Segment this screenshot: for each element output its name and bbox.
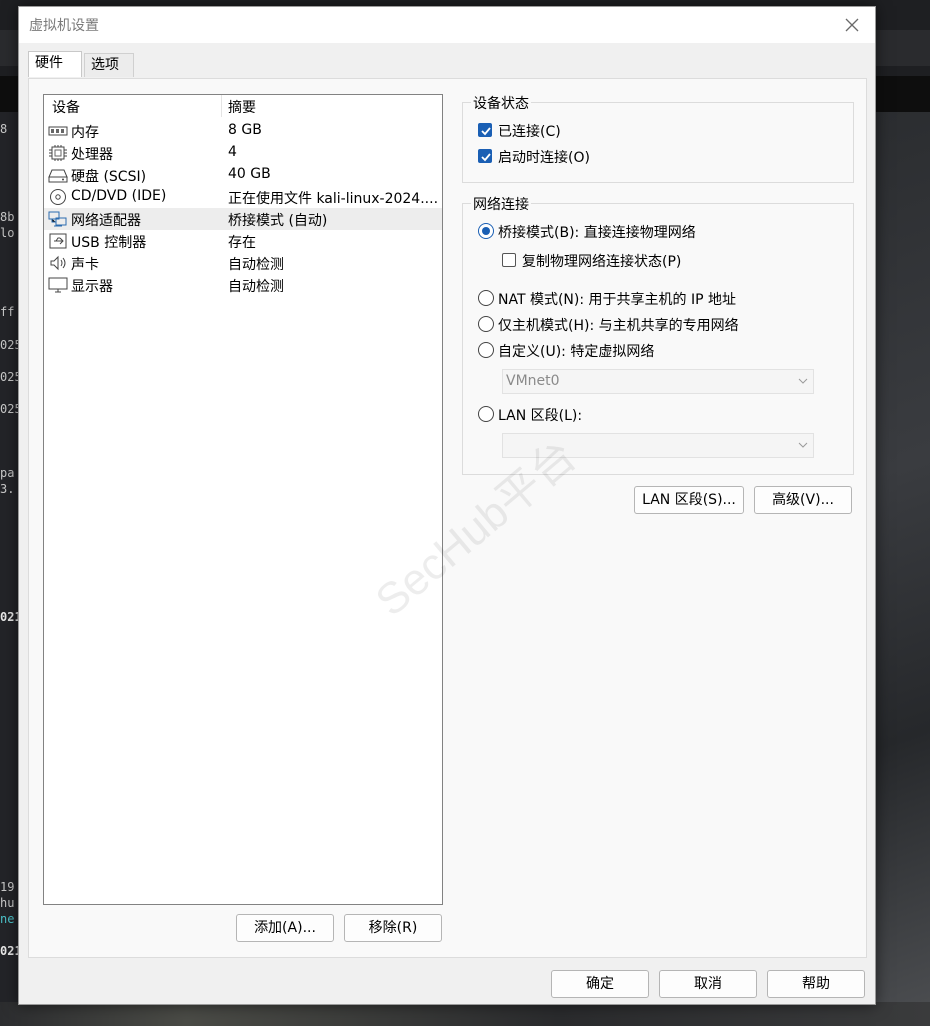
dialog-title: 虚拟机设置 xyxy=(29,18,99,34)
host-only-label: 仅主机模式(H): 与主机共享的专用网络 xyxy=(498,318,739,334)
terminal-text: hu xyxy=(0,896,15,910)
connect-at-power-on-label: 启动时连接(O) xyxy=(498,150,590,166)
checkbox-checked-icon xyxy=(478,123,492,137)
terminal-text: 8b xyxy=(0,210,15,224)
replicate-state-label: 复制物理网络连接状态(P) xyxy=(522,254,682,270)
custom-network-select[interactable]: VMnet0 xyxy=(502,369,814,394)
device-list[interactable]: 设备 摘要 内存 8 GB 处理器 4 硬盘 (SCSI) 40 GB CD/D… xyxy=(43,94,443,905)
terminal-text: 19 xyxy=(0,880,15,894)
tab-options[interactable]: 选项 xyxy=(84,53,134,77)
background-taskbar xyxy=(0,1002,930,1026)
custom-network-label: 自定义(U): 特定虚拟网络 xyxy=(498,344,655,360)
device-row-usb[interactable]: USB 控制器 存在 xyxy=(44,230,442,252)
device-summary: 桥接模式 (自动) xyxy=(228,213,328,229)
device-name: 显示器 xyxy=(71,279,113,295)
advanced-button[interactable]: 高级(V)... xyxy=(754,486,852,514)
network-adapter-icon xyxy=(48,211,67,227)
lan-segment-select[interactable] xyxy=(502,433,814,458)
device-summary: 自动检测 xyxy=(228,279,284,295)
bridged-mode-label: 桥接模式(B): 直接连接物理网络 xyxy=(498,225,696,241)
device-name: 网络适配器 xyxy=(71,213,141,229)
terminal-text: ne xyxy=(0,912,15,926)
device-row-sound-card[interactable]: 声卡 自动检测 xyxy=(44,252,442,274)
radio-selected-icon xyxy=(478,223,494,239)
device-summary: 自动检测 xyxy=(228,257,284,273)
hardware-panel: 设备 摘要 内存 8 GB 处理器 4 硬盘 (SCSI) 40 GB CD/D… xyxy=(28,78,867,958)
device-name: 处理器 xyxy=(71,147,113,163)
device-summary: 8 GB xyxy=(228,122,262,138)
terminal-text: lo xyxy=(0,226,15,240)
device-name: CD/DVD (IDE) xyxy=(71,188,167,204)
device-row-display[interactable]: 显示器 自动检测 xyxy=(44,274,442,296)
title-bar[interactable]: 虚拟机设置 xyxy=(19,7,875,43)
device-row-network-adapter[interactable]: 网络适配器 桥接模式 (自动) xyxy=(44,208,442,230)
device-name: 硬盘 (SCSI) xyxy=(71,169,147,185)
device-name: USB 控制器 xyxy=(71,235,147,251)
checkbox-unchecked-icon xyxy=(502,253,516,267)
radio-unselected-icon xyxy=(478,406,494,422)
device-summary: 正在使用文件 kali-linux-2024.... xyxy=(228,191,438,207)
sound-card-icon xyxy=(50,255,66,271)
tab-hardware[interactable]: 硬件 xyxy=(28,51,82,77)
checkbox-checked-icon xyxy=(478,149,492,163)
device-row-processor[interactable]: 处理器 4 xyxy=(44,142,442,164)
lan-segment-label: LAN 区段(L): xyxy=(498,408,583,424)
radio-unselected-icon xyxy=(478,290,494,306)
lan-segments-button[interactable]: LAN 区段(S)... xyxy=(634,486,744,514)
chevron-down-icon xyxy=(798,378,808,384)
ok-button[interactable]: 确定 xyxy=(551,970,649,998)
device-row-memory[interactable]: 内存 8 GB xyxy=(44,120,442,142)
close-button[interactable] xyxy=(841,14,863,36)
memory-icon xyxy=(48,126,68,136)
custom-network-select-value: VMnet0 xyxy=(506,373,560,389)
radio-unselected-icon xyxy=(478,316,494,332)
processor-icon xyxy=(49,145,67,161)
connected-label: 已连接(C) xyxy=(498,124,561,140)
cancel-button[interactable]: 取消 xyxy=(659,970,757,998)
network-connection-group: 网络连接 桥接模式(B): 直接连接物理网络 复制物理网络连接状态(P) NAT… xyxy=(462,194,854,475)
terminal-text: 8 xyxy=(0,122,8,136)
cd-dvd-icon xyxy=(50,189,66,205)
usb-icon xyxy=(49,233,67,249)
network-connection-label: 网络连接 xyxy=(471,194,531,214)
device-status-group: 设备状态 已连接(C) 启动时连接(O) xyxy=(462,93,854,183)
hard-disk-icon xyxy=(48,169,68,183)
display-icon xyxy=(48,277,68,293)
add-device-button[interactable]: 添加(A)... xyxy=(236,914,334,942)
remove-device-button[interactable]: 移除(R) xyxy=(344,914,442,942)
help-button[interactable]: 帮助 xyxy=(767,970,865,998)
device-summary: 40 GB xyxy=(228,166,271,182)
radio-unselected-icon xyxy=(478,342,494,358)
chevron-down-icon xyxy=(798,442,808,448)
device-status-label: 设备状态 xyxy=(471,93,531,113)
device-name: 内存 xyxy=(71,125,99,141)
nat-mode-label: NAT 模式(N): 用于共享主机的 IP 地址 xyxy=(498,292,736,308)
terminal-text: pa xyxy=(0,466,15,480)
device-row-hard-disk[interactable]: 硬盘 (SCSI) 40 GB xyxy=(44,164,442,186)
device-name: 声卡 xyxy=(71,257,99,273)
device-summary: 存在 xyxy=(228,235,256,251)
device-row-cd-dvd[interactable]: CD/DVD (IDE) 正在使用文件 kali-linux-2024.... xyxy=(44,186,442,208)
terminal-text: ff xyxy=(0,305,15,319)
device-summary: 4 xyxy=(228,144,237,160)
column-header-device[interactable]: 设备 xyxy=(52,97,80,117)
terminal-text: 3. xyxy=(0,482,15,496)
vm-settings-dialog: 虚拟机设置 硬件 选项 设备 摘要 内存 8 GB 处理器 4 硬盘 (SCSI… xyxy=(18,6,876,1005)
close-icon xyxy=(845,18,859,32)
column-header-summary[interactable]: 摘要 xyxy=(228,97,256,117)
device-list-header: 设备 摘要 xyxy=(44,95,442,117)
background-wallpaper xyxy=(875,112,930,1002)
